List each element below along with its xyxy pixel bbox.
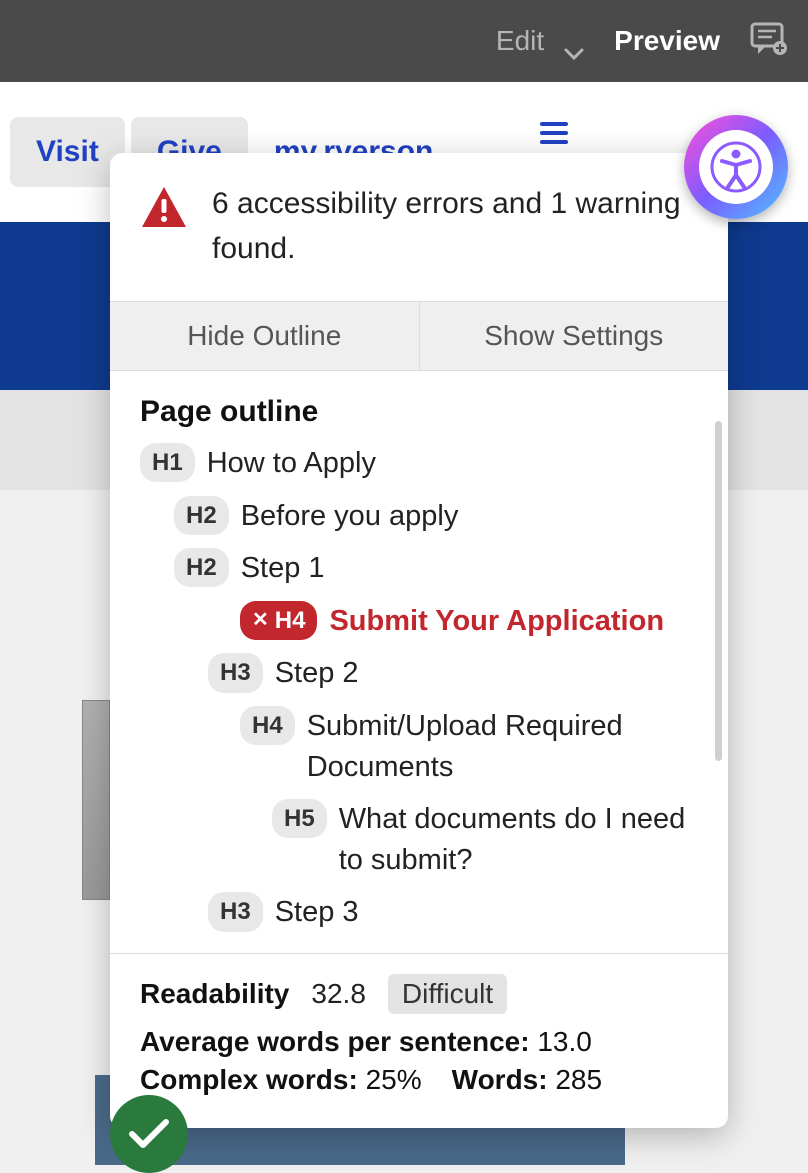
readability-grade-badge: Difficult: [388, 974, 507, 1014]
heading-text: How to Apply: [207, 443, 376, 484]
total-words-stat: Words: 285: [452, 1064, 602, 1096]
alert-message: 6 accessibility errors and 1 warning fou…: [212, 181, 698, 271]
edit-mode-dropdown[interactable]: Edit: [496, 25, 584, 57]
readability-label: Readability: [140, 978, 289, 1010]
show-settings-tab[interactable]: Show Settings: [420, 302, 729, 370]
content-image-1: [82, 700, 110, 900]
hamburger-menu-icon[interactable]: [540, 122, 568, 144]
heading-level-badge: H1: [140, 443, 195, 482]
hide-outline-tab[interactable]: Hide Outline: [110, 302, 420, 370]
editor-toolbar: Edit Preview: [0, 0, 808, 82]
outline-item[interactable]: H3 Step 2: [208, 653, 698, 694]
accessibility-icon: [699, 130, 773, 204]
panel-alert-header: 6 accessibility errors and 1 warning fou…: [110, 153, 728, 301]
readability-footer: Readability 32.8 Difficult Average words…: [110, 953, 728, 1128]
heading-text-error: Submit Your Application: [329, 601, 664, 642]
panel-body: Page outline H1 How to Apply H2 Before y…: [110, 371, 728, 953]
chevron-down-icon: [564, 35, 584, 47]
heading-text: Step 1: [241, 548, 325, 589]
outline-item[interactable]: H4 Submit/Upload Required Documents: [240, 706, 698, 787]
outline-item[interactable]: H1 How to Apply: [140, 443, 698, 484]
outline-item[interactable]: H2 Step 1: [174, 548, 698, 589]
nav-visit-button[interactable]: Visit: [10, 117, 125, 187]
heading-level-badge: H2: [174, 548, 229, 587]
outline-item[interactable]: H3 Step 3: [208, 892, 698, 933]
heading-level-badge: H2: [174, 496, 229, 535]
accessibility-panel: 6 accessibility errors and 1 warning fou…: [110, 153, 728, 1128]
readability-score: 32.8: [311, 978, 366, 1010]
heading-text: Submit/Upload Required Documents: [307, 706, 698, 787]
heading-text: Before you apply: [241, 496, 459, 537]
heading-level-badge: H3: [208, 892, 263, 931]
heading-level-badge-error: H4: [240, 601, 317, 640]
outline-scrollbar[interactable]: [715, 421, 722, 761]
heading-outline-list[interactable]: H1 How to Apply H2 Before you apply H2 S…: [140, 443, 698, 945]
outline-section-title: Page outline: [140, 395, 698, 429]
panel-tabs: Hide Outline Show Settings: [110, 301, 728, 371]
preview-button[interactable]: Preview: [614, 25, 720, 57]
warning-triangle-icon: [140, 185, 188, 229]
avg-words-stat: Average words per sentence: 13.0: [140, 1026, 698, 1058]
outline-item[interactable]: H5 What documents do I need to submit?: [272, 799, 698, 880]
outline-item[interactable]: H2 Before you apply: [174, 496, 698, 537]
heading-text: Step 2: [275, 653, 359, 694]
heading-level-badge: H5: [272, 799, 327, 838]
success-check-fab[interactable]: [110, 1095, 188, 1173]
heading-text: Step 3: [275, 892, 359, 933]
checkmark-icon: [128, 1118, 170, 1150]
heading-level-badge: H4: [240, 706, 295, 745]
heading-text: What documents do I need to submit?: [339, 799, 698, 880]
accessibility-checker-fab[interactable]: [684, 115, 788, 219]
edit-label: Edit: [496, 25, 544, 57]
comment-add-icon[interactable]: [750, 22, 788, 61]
complex-words-stat: Complex words: 25%: [140, 1064, 422, 1096]
outline-item-error[interactable]: H4 Submit Your Application: [240, 601, 698, 642]
heading-level-badge: H3: [208, 653, 263, 692]
